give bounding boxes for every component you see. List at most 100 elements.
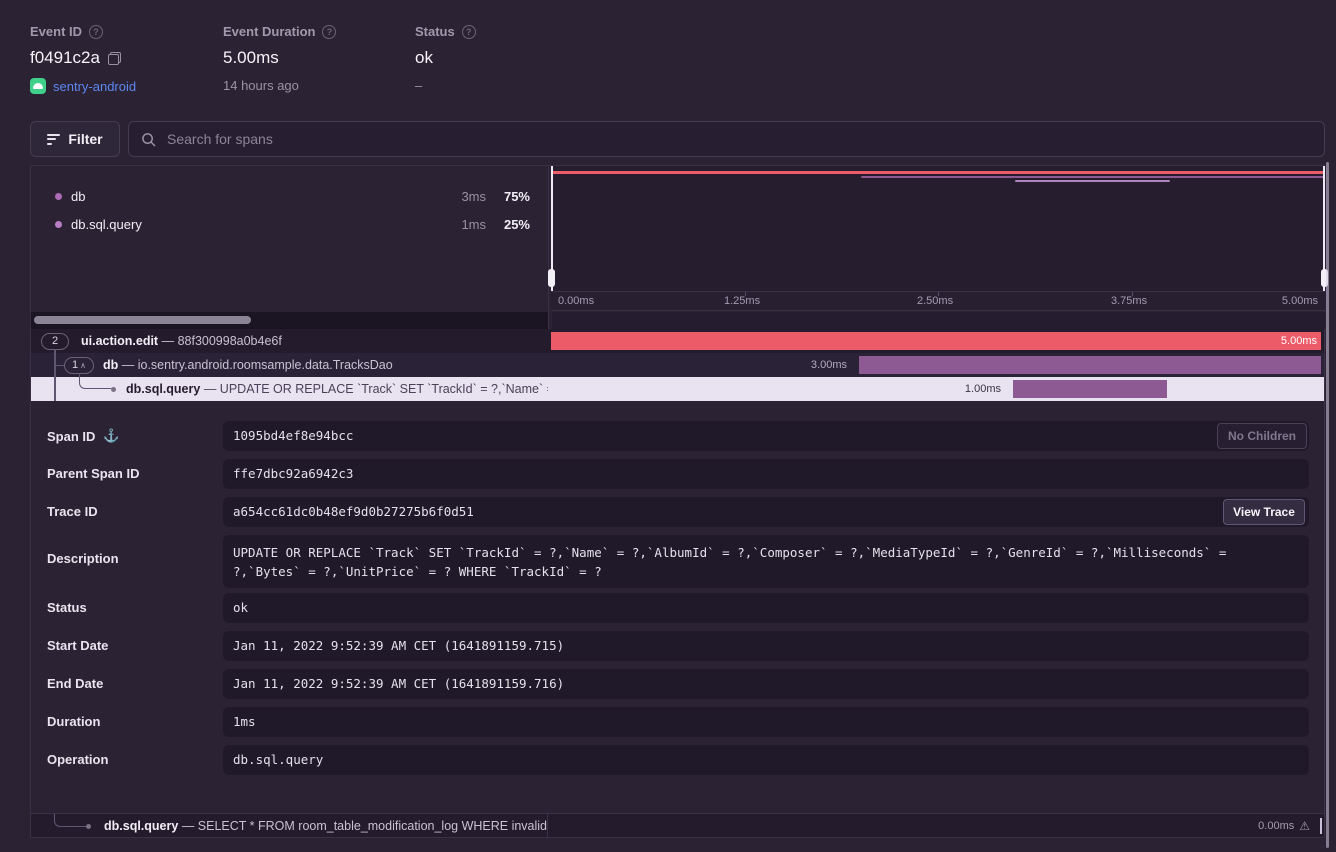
span-op: db <box>103 358 118 372</box>
span-duration-bar <box>1013 380 1167 398</box>
detail-label-span-id: Span ID ⚓ <box>47 428 120 444</box>
span-row-db[interactable]: 1∧ db — io.sentry.android.roomsample.dat… <box>31 353 1324 377</box>
filter-button-label: Filter <box>68 131 102 147</box>
zero-duration-marker <box>1320 818 1323 834</box>
axis-tick-mark <box>1132 292 1133 296</box>
span-duration-label: 5.00ms <box>1281 332 1317 350</box>
span-op: db.sql.query <box>126 382 200 396</box>
span-op: ui.action.edit <box>81 334 158 348</box>
span-row-ui-action-edit[interactable]: 2 ui.action.edit — 88f300998a0b4e6f 5.00… <box>31 329 1324 353</box>
anchor-icon[interactable]: ⚓ <box>103 428 119 444</box>
status-block: Status ok – <box>415 24 476 93</box>
event-duration-block: Event Duration 5.00ms 14 hours ago <box>223 24 336 93</box>
event-duration-ago: 14 hours ago <box>223 78 299 93</box>
axis-tick: 2.50ms <box>917 295 953 307</box>
android-project-icon <box>30 78 46 94</box>
detail-label-description: Description <box>47 551 119 566</box>
status-sub: – <box>415 78 422 93</box>
page-scrollbar[interactable] <box>1326 162 1329 848</box>
event-duration-label: Event Duration <box>223 24 315 39</box>
span-search <box>128 121 1325 157</box>
children-count-badge[interactable]: 1∧ <box>64 357 94 374</box>
span-detail-page: { "header": { "event_id": { "label": "Ev… <box>0 0 1336 852</box>
help-icon[interactable] <box>462 25 476 39</box>
breakdown-percent: 25% <box>486 217 530 232</box>
event-id-value: f0491c2a <box>30 48 100 68</box>
breakdown-op: db <box>71 189 440 204</box>
search-icon <box>141 132 156 147</box>
minimap-span-line <box>1015 180 1170 182</box>
status-value: ok <box>415 48 433 68</box>
span-duration-label: 3.00ms <box>811 356 853 374</box>
detail-label-trace-id: Trace ID <box>47 504 98 519</box>
help-icon[interactable] <box>322 25 336 39</box>
span-desc: SELECT * FROM room_table_modification_lo… <box>198 819 548 833</box>
timeline-minimap[interactable] <box>551 166 1325 291</box>
status-label: Status <box>415 24 455 39</box>
span-row-db-sql-query-select[interactable]: db.sql.query — SELECT * FROM room_table_… <box>31 813 1324 837</box>
filter-button[interactable]: Filter <box>30 121 120 157</box>
detail-value-parent-span-id: ffe7dbc92a6942c3 <box>223 459 1309 489</box>
breakdown-op: db.sql.query <box>71 217 440 232</box>
no-children-button[interactable]: No Children <box>1217 423 1307 449</box>
span-desc: io.sentry.android.roomsample.data.Tracks… <box>138 358 393 372</box>
timeline-axis: 0.00ms 1.25ms 2.50ms 3.75ms 5.00ms <box>551 291 1325 311</box>
minimap-span-line <box>551 171 1325 174</box>
chevron-up-icon: ∧ <box>80 361 86 370</box>
axis-tick: 5.00ms <box>1282 295 1318 307</box>
detail-value-description: UPDATE OR REPLACE `Track` SET `TrackId` … <box>223 535 1309 588</box>
leaf-dot <box>111 387 116 392</box>
op-color-dot <box>55 193 62 200</box>
span-desc: 88f300998a0b4e6f <box>178 334 282 348</box>
detail-value-span-id: 1095bd4ef8e94bcc <box>223 421 1309 451</box>
trace-panel: db 3ms 75% db.sql.query 1ms 25% 0.00ms 1… <box>30 165 1325 838</box>
detail-value-status: ok <box>223 593 1309 623</box>
copy-icon[interactable] <box>108 52 121 65</box>
axis-tick-mark <box>938 292 939 296</box>
detail-label-duration: Duration <box>47 714 100 729</box>
event-id-block: Event ID f0491c2a sentry-android <box>30 24 136 94</box>
filter-icon <box>47 134 60 145</box>
view-trace-button[interactable]: View Trace <box>1223 499 1305 525</box>
axis-tick: 3.75ms <box>1111 295 1147 307</box>
search-input[interactable] <box>165 130 1312 148</box>
tree-connector <box>54 365 64 367</box>
breakdown-row-db-sql-query[interactable]: db.sql.query 1ms 25% <box>31 210 548 238</box>
tree-connector <box>54 349 56 401</box>
tree-connector <box>79 373 111 389</box>
span-desc: UPDATE OR REPLACE `Track` SET `TrackId` … <box>220 382 548 396</box>
span-row-db-sql-query-selected[interactable]: db.sql.query — UPDATE OR REPLACE `Track`… <box>31 377 1324 401</box>
span-duration-label: 1.00ms <box>965 380 1007 398</box>
axis-tick: 1.25ms <box>724 295 760 307</box>
tree-hscrollbar-thumb[interactable] <box>34 316 251 324</box>
help-icon[interactable] <box>89 25 103 39</box>
project-link[interactable]: sentry-android <box>53 79 136 94</box>
detail-value-trace-id: a654cc61dc0b48ef9d0b27275b6f0d51 <box>223 497 1309 527</box>
detail-value-end-date: Jan 11, 2022 9:52:39 AM CET (1641891159.… <box>223 669 1309 699</box>
event-id-label-text: Event ID <box>30 24 82 39</box>
detail-label-status: Status <box>47 600 87 615</box>
warning-icon: ⚠ <box>1299 819 1310 833</box>
detail-value-operation: db.sql.query <box>223 745 1309 775</box>
span-op: db.sql.query <box>104 819 178 833</box>
axis-tick-mark <box>745 292 746 296</box>
detail-label-parent-span-id: Parent Span ID <box>47 466 139 481</box>
panel-divider <box>548 166 549 329</box>
tree-hscrollbar <box>31 312 548 329</box>
span-duration-bar: 5.00ms <box>551 332 1321 350</box>
event-duration-value: 5.00ms <box>223 48 279 68</box>
children-count-badge[interactable]: 2 <box>41 333 69 350</box>
minimap-span-line <box>861 176 1325 179</box>
detail-label-operation: Operation <box>47 752 108 767</box>
op-color-dot <box>55 221 62 228</box>
detail-value-start-date: Jan 11, 2022 9:52:39 AM CET (1641891159.… <box>223 631 1309 661</box>
minimap-left-grip[interactable] <box>548 269 555 287</box>
breakdown-row-db[interactable]: db 3ms 75% <box>31 182 548 210</box>
breakdown-duration: 3ms <box>440 189 486 204</box>
event-id-label: Event ID <box>30 24 136 39</box>
span-duration-bar <box>859 356 1321 374</box>
strip-right <box>552 312 1325 329</box>
span-duration-label: 0.00ms <box>1258 820 1294 832</box>
detail-label-end-date: End Date <box>47 676 103 691</box>
axis-tick: 0.00ms <box>558 295 594 307</box>
